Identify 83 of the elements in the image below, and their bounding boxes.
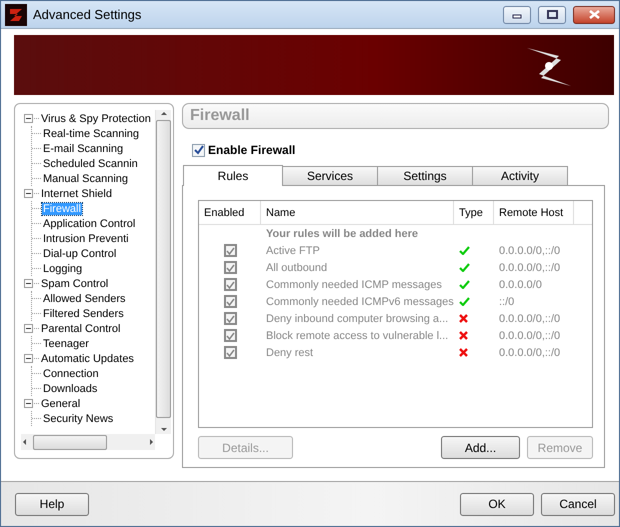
- checkbox[interactable]: [224, 261, 236, 274]
- column-header[interactable]: Type: [454, 201, 494, 224]
- tab[interactable]: Activity: [472, 166, 568, 185]
- rule-name: Deny inbound computer browsing a...: [265, 312, 450, 324]
- tree-item[interactable]: Application Control: [42, 218, 136, 230]
- tree-item[interactable]: Allowed Senders: [42, 292, 127, 304]
- checkbox[interactable]: [224, 312, 236, 325]
- list-hint: Your rules will be added here: [265, 226, 420, 242]
- collapse-toggle-icon[interactable]: [24, 324, 33, 333]
- check-icon: [459, 246, 470, 255]
- column-header[interactable]: Enabled: [199, 201, 261, 224]
- tab[interactable]: Services: [282, 166, 378, 185]
- close-icon: [588, 9, 600, 20]
- scroll-down-icon[interactable]: [160, 426, 168, 434]
- remote-host: 0.0.0.0/0: [498, 278, 543, 290]
- collapse-toggle-icon[interactable]: [24, 399, 33, 408]
- rule-name: Block remote access to vulnerable l...: [265, 330, 450, 342]
- tree-item[interactable]: Parental Control: [40, 322, 122, 334]
- section-title: Firewall: [182, 103, 609, 129]
- tree-item[interactable]: Automatic Updates: [40, 352, 135, 364]
- checkbox[interactable]: [224, 346, 236, 359]
- remote-host: ::/0: [498, 296, 516, 308]
- close-button[interactable]: [573, 6, 615, 24]
- rule-name: All outbound: [265, 262, 328, 274]
- remote-host: 0.0.0.0/0,::/0: [498, 330, 562, 342]
- tree-item[interactable]: Downloads: [42, 382, 98, 394]
- checkbox[interactable]: [192, 144, 205, 156]
- rule-name: Active FTP: [265, 244, 321, 256]
- check-icon: [459, 297, 470, 306]
- dialog-button[interactable]: Cancel: [541, 492, 615, 516]
- vertical-scrollbar[interactable]: [155, 110, 171, 434]
- remote-host: 0.0.0.0/0,::/0: [498, 346, 562, 358]
- tree-item[interactable]: Intrusion Preventi: [42, 232, 130, 244]
- tree-item[interactable]: Spam Control: [40, 278, 110, 290]
- tree-item[interactable]: Internet Shield: [40, 188, 113, 200]
- collapse-toggle-icon[interactable]: [24, 279, 33, 288]
- tab[interactable]: Rules: [183, 165, 283, 186]
- checkbox[interactable]: [224, 278, 236, 291]
- scroll-up-icon[interactable]: [160, 110, 168, 118]
- dialog-button[interactable]: OK: [460, 492, 534, 516]
- checkbox-label: Enable Firewall: [208, 143, 296, 157]
- tree-item[interactable]: Filtered Senders: [42, 308, 125, 320]
- checkbox[interactable]: [224, 244, 236, 257]
- tree-item[interactable]: E-mail Scanning: [42, 142, 124, 154]
- rule-name: Commonly needed ICMP messages: [265, 278, 443, 290]
- tree-item[interactable]: Manual Scanning: [42, 172, 130, 184]
- help-button[interactable]: Help: [15, 492, 89, 516]
- remote-host: 0.0.0.0/0,::/0: [498, 244, 562, 256]
- checkbox[interactable]: [224, 329, 236, 342]
- app-logo-icon: [5, 4, 27, 26]
- minimize-button[interactable]: [503, 6, 531, 24]
- remote-host: 0.0.0.0/0,::/0: [498, 262, 562, 274]
- tree-item[interactable]: Virus & Spy Protection: [40, 112, 152, 124]
- maximize-icon: [546, 10, 558, 19]
- column-header[interactable]: Remote Host: [494, 201, 574, 224]
- cross-icon: [459, 314, 470, 323]
- check-icon: [459, 263, 470, 272]
- maximize-button[interactable]: [538, 6, 566, 24]
- tree-item[interactable]: Teenager: [42, 338, 90, 350]
- tree-item[interactable]: Connection: [42, 368, 100, 380]
- cross-icon: [459, 348, 470, 357]
- horizontal-scrollbar[interactable]: [21, 434, 155, 450]
- collapse-toggle-icon[interactable]: [24, 189, 33, 198]
- tree-item[interactable]: Dial-up Control: [42, 248, 118, 260]
- checkbox[interactable]: [224, 295, 236, 308]
- tree-item[interactable]: Security News: [42, 412, 114, 424]
- rule-name: Deny rest: [265, 346, 314, 358]
- tree-item[interactable]: Logging: [42, 262, 84, 274]
- rule-name: Commonly needed ICMPv6 messages: [265, 296, 454, 308]
- tree-item[interactable]: General: [40, 398, 82, 410]
- tab[interactable]: Settings: [377, 166, 473, 185]
- scroll-right-icon[interactable]: [147, 438, 155, 446]
- collapse-toggle-icon[interactable]: [24, 114, 33, 123]
- collapse-toggle-icon[interactable]: [24, 354, 33, 363]
- remote-host: 0.0.0.0/0,::/0: [498, 312, 562, 324]
- check-icon: [459, 280, 470, 289]
- rule-button[interactable]: Add...: [441, 436, 520, 459]
- column-header[interactable]: Name: [261, 201, 454, 224]
- window-title: Advanced Settings: [33, 7, 142, 22]
- tree-item[interactable]: Real-time Scanning: [42, 128, 140, 140]
- scroll-left-icon[interactable]: [21, 438, 29, 446]
- tree-item[interactable]: Scheduled Scannin: [42, 158, 139, 170]
- cross-icon: [459, 331, 470, 340]
